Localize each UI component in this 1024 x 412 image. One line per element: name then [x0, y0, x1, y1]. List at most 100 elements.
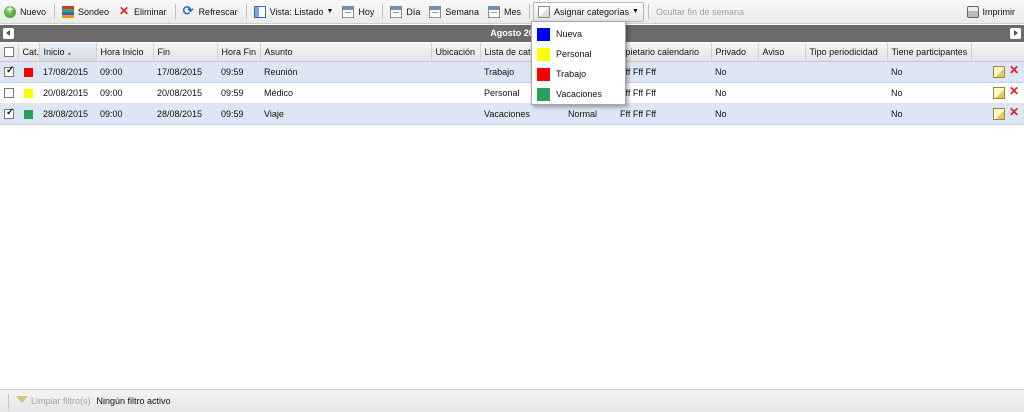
- assign-categories-button[interactable]: Asignar categorías ▼: [532, 1, 644, 22]
- cell-start: 17/08/2015: [39, 61, 96, 83]
- clear-filters-button[interactable]: Limpiar filtro(s): [16, 395, 91, 407]
- cell-start-time: 09:00: [96, 103, 153, 125]
- toolbar-separator: [174, 4, 176, 19]
- cell-subject: Viaje: [260, 103, 431, 125]
- category-swatch: [24, 88, 33, 98]
- cell-owner: Fff Fff Fff: [616, 103, 711, 125]
- edit-icon[interactable]: [993, 107, 1005, 120]
- month-title-bar: Agosto 20: [0, 25, 1024, 42]
- table-body: 17/08/201509:0017/08/201509:59ReuniónTra…: [0, 61, 1024, 125]
- delete-icon[interactable]: [1008, 105, 1020, 120]
- week-calendar-icon: [429, 5, 442, 18]
- category-icon: [537, 5, 550, 18]
- header-actions: [971, 43, 1024, 62]
- edit-icon[interactable]: [993, 86, 1005, 99]
- header-end[interactable]: Fin: [153, 43, 218, 62]
- table-header-row: Cat. Inicio ▲ Hora Inicio Fin Hora Fin As…: [0, 43, 1024, 62]
- cell-owner: Fff Fff Fff: [616, 61, 711, 83]
- clear-filters-label: Limpiar filtro(s): [31, 396, 91, 406]
- printer-icon: [966, 6, 979, 18]
- row-select-cell[interactable]: [0, 82, 18, 104]
- week-view-button[interactable]: Semana: [425, 2, 483, 22]
- toolbar-separator: [245, 4, 247, 19]
- refresh-label: Refrescar: [198, 6, 238, 17]
- next-month-button[interactable]: [1010, 28, 1021, 39]
- header-category[interactable]: Cat.: [18, 43, 40, 62]
- toolbar: Nuevo Sondeo Eliminar Refrescar Vista: L…: [0, 0, 1024, 24]
- cell-importance: Normal: [564, 103, 616, 125]
- assign-categories-label: Asignar categorías: [553, 6, 630, 17]
- sort-ascending-icon: ▲: [66, 50, 73, 57]
- table-row[interactable]: 28/08/201509:0028/08/201509:59ViajeVacac…: [0, 103, 1024, 125]
- poll-icon: [62, 5, 75, 18]
- header-subject[interactable]: Asunto: [260, 43, 432, 62]
- cell-subject: Reunión: [260, 61, 431, 83]
- header-private[interactable]: Privado: [711, 43, 759, 62]
- today-calendar-icon: [342, 5, 355, 18]
- category-menu-item[interactable]: Trabajo: [532, 64, 625, 84]
- header-start-label: Inicio: [43, 46, 65, 57]
- header-participants[interactable]: Tiene participantes: [887, 43, 972, 62]
- cell-reminder: [758, 82, 805, 104]
- cell-category-list: Vacaciones: [480, 103, 564, 125]
- delete-icon[interactable]: [1008, 63, 1020, 78]
- today-label: Hoy: [358, 6, 375, 17]
- cell-end: 20/08/2015: [153, 82, 217, 104]
- print-button[interactable]: Imprimir: [963, 2, 1020, 22]
- today-button[interactable]: Hoy: [338, 2, 378, 22]
- header-start[interactable]: Inicio ▲: [39, 43, 97, 62]
- header-reminder[interactable]: Aviso: [758, 43, 806, 62]
- select-all-checkbox[interactable]: [3, 47, 14, 58]
- row-checkbox[interactable]: [4, 65, 14, 77]
- delete-icon[interactable]: [1008, 84, 1020, 99]
- add-icon: [4, 4, 16, 18]
- row-select-cell[interactable]: [0, 103, 18, 125]
- category-color-cell: [18, 61, 39, 83]
- select-all-header[interactable]: [0, 43, 19, 62]
- cell-participants: No: [887, 61, 971, 83]
- status-separator: [8, 393, 9, 409]
- previous-month-button[interactable]: [3, 28, 14, 39]
- header-owner[interactable]: opietario calendario: [616, 43, 712, 62]
- table-row[interactable]: 17/08/201509:0017/08/201509:59ReuniónTra…: [0, 61, 1024, 83]
- view-dropdown-button[interactable]: Vista: Listado ▼: [250, 2, 338, 22]
- category-menu-label: Trabajo: [556, 69, 587, 79]
- cell-location: [431, 82, 480, 104]
- row-checkbox[interactable]: [4, 107, 14, 119]
- week-label: Semana: [445, 6, 479, 17]
- header-recurrence[interactable]: Tipo periodicidad: [805, 43, 888, 62]
- category-menu-item[interactable]: Personal: [532, 44, 625, 64]
- refresh-button[interactable]: Refrescar: [179, 2, 242, 22]
- month-view-button[interactable]: Mes: [484, 2, 525, 22]
- events-table: Cat. Inicio ▲ Hora Inicio Fin Hora Fin As…: [0, 43, 1024, 125]
- hide-weekend-label: Ocultar fin de semana: [655, 6, 744, 17]
- category-swatch: [24, 67, 33, 77]
- cell-private: No: [711, 103, 758, 125]
- toolbar-separator: [54, 4, 56, 19]
- category-color-cell: [18, 82, 39, 104]
- header-end-time[interactable]: Hora Fin: [217, 43, 261, 62]
- row-checkbox[interactable]: [4, 87, 14, 98]
- day-view-button[interactable]: Día: [386, 2, 424, 22]
- category-menu-label: Nueva: [556, 29, 583, 39]
- row-actions-cell: [971, 103, 1024, 125]
- category-color-swatch: [537, 87, 550, 101]
- table-row[interactable]: 20/08/2015 09:00 20/08/2015 09:59 Médico Pers…: [0, 82, 1024, 104]
- month-title: Agosto 20: [490, 28, 534, 38]
- category-menu-item[interactable]: Nueva: [532, 24, 625, 44]
- poll-button[interactable]: Sondeo: [58, 2, 113, 22]
- header-start-time[interactable]: Hora Inicio: [96, 43, 154, 62]
- hide-weekend-button[interactable]: Ocultar fin de semana: [652, 2, 748, 22]
- edit-icon[interactable]: [993, 65, 1005, 78]
- delete-button[interactable]: Eliminar: [114, 2, 171, 22]
- category-menu-item[interactable]: Vacaciones: [532, 84, 625, 104]
- header-location[interactable]: Ubicación: [431, 43, 481, 62]
- category-swatch: [24, 109, 33, 119]
- categories-dropdown-menu: Nueva Personal Trabajo Vacaciones: [531, 21, 626, 105]
- cell-recurrence: [805, 82, 887, 104]
- poll-label: Sondeo: [78, 6, 110, 17]
- cell-private: No: [711, 82, 758, 104]
- category-menu-label: Personal: [556, 49, 592, 59]
- row-select-cell[interactable]: [0, 61, 18, 83]
- new-button[interactable]: Nuevo: [0, 2, 50, 22]
